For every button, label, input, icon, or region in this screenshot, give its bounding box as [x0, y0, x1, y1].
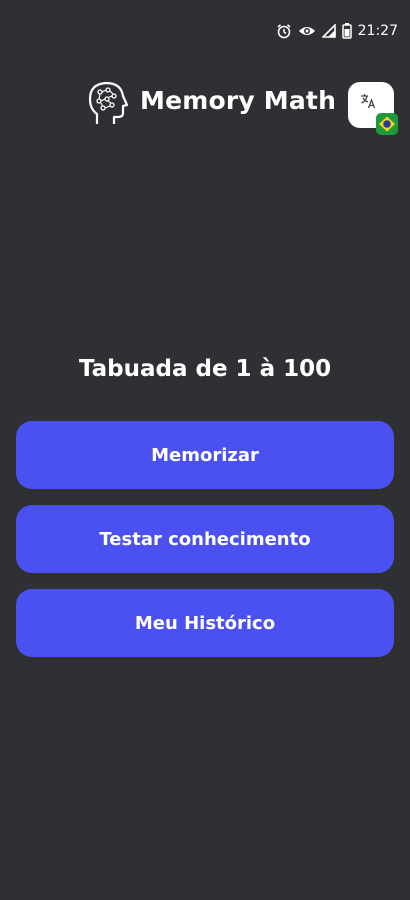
app-title: Memory Math: [140, 86, 337, 115]
brazil-flag-icon: [376, 113, 398, 135]
signal-icon: [321, 24, 336, 38]
alarm-icon: [276, 23, 292, 39]
status-time: 21:27: [357, 23, 398, 39]
language-button[interactable]: [348, 82, 398, 135]
memorize-button[interactable]: Memorizar: [16, 421, 394, 489]
page-subtitle: Tabuada de 1 à 100: [78, 356, 332, 382]
eye-icon: [298, 24, 316, 38]
my-history-button[interactable]: Meu Histórico: [16, 589, 394, 657]
app-header: Memory Math: [0, 78, 410, 135]
status-bar: 21:27: [0, 0, 410, 62]
test-knowledge-button[interactable]: Testar conhecimento: [16, 505, 394, 573]
battery-icon: [341, 23, 352, 39]
brain-icon: [87, 80, 129, 126]
translate-icon: [360, 93, 376, 113]
